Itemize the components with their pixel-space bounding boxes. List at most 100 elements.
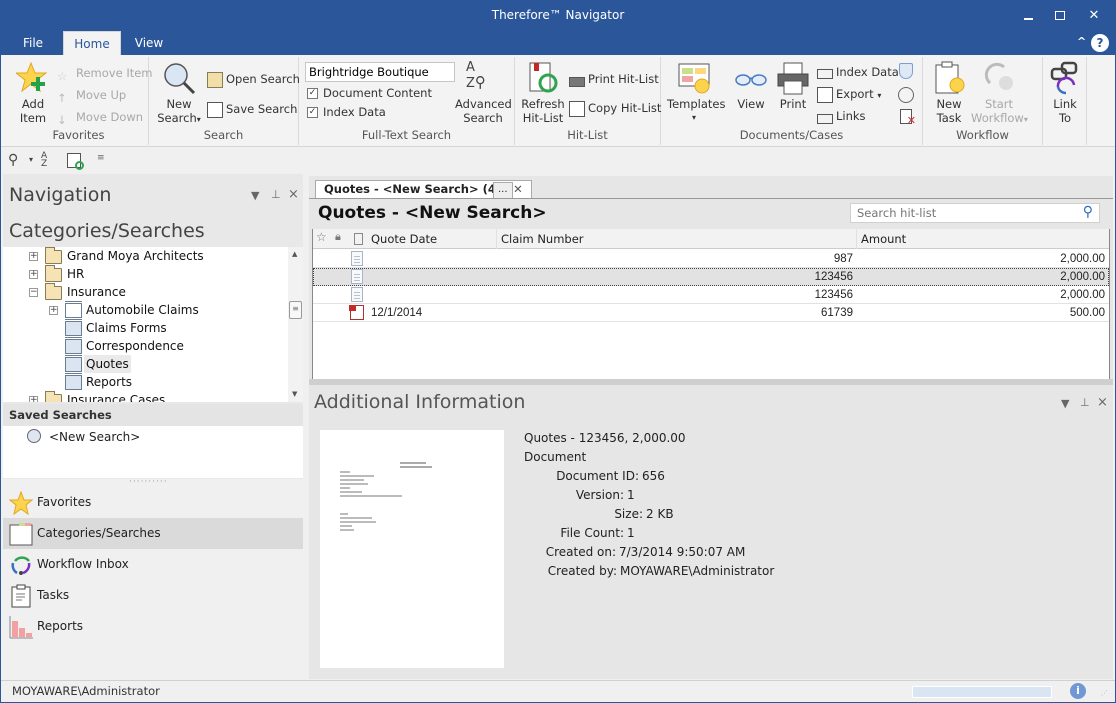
export-icon: [817, 86, 833, 103]
lock-column-icon[interactable]: 🔒︎: [335, 230, 341, 244]
arrow-up-icon: ↑: [57, 90, 67, 105]
pane-splitter[interactable]: ··········: [129, 477, 168, 487]
collapse-icon[interactable]: −: [29, 288, 38, 297]
info-close-button[interactable]: ×: [1097, 395, 1108, 410]
bar-chart-icon: [9, 615, 33, 639]
table-row-selected[interactable]: 123456 2,000.00: [313, 268, 1109, 286]
dropdown-arrow-icon: ▾: [196, 115, 201, 124]
start-workflow-button[interactable]: Start Workflow▾: [971, 61, 1028, 127]
folder-icon: [45, 247, 62, 264]
resize-grip[interactable]: ⋰: [1101, 689, 1108, 697]
expand-icon[interactable]: +: [29, 252, 38, 261]
export-button[interactable]: Export ▾: [817, 84, 881, 104]
doc-type-column-icon[interactable]: [354, 233, 363, 245]
qat-customize-button[interactable]: ≡: [97, 153, 105, 163]
search-group: New Search▾ Open Search Save Search Sear…: [149, 57, 300, 145]
nav-favorites[interactable]: Favorites: [3, 487, 303, 518]
new-task-icon: [932, 61, 966, 95]
info-menu-button[interactable]: ▼: [1061, 397, 1069, 410]
refresh-hitlist-button[interactable]: Refresh Hit-List: [519, 61, 567, 125]
fulltext-search-input[interactable]: [305, 62, 455, 82]
print-button[interactable]: Print: [773, 61, 813, 111]
table-row[interactable]: 12/1/2014 61739 500.00: [313, 304, 1109, 322]
close-icon: ×: [288, 187, 299, 202]
table-header: ☆ 🔒︎ Quote Date Claim Number Amount: [313, 229, 1109, 249]
info-button[interactable]: i: [1070, 683, 1086, 699]
links-button[interactable]: Links: [817, 106, 866, 126]
help-button[interactable]: ?: [1091, 34, 1109, 52]
hitlist-search-box[interactable]: ⚲: [850, 203, 1100, 223]
scroll-down-icon[interactable]: ▼: [292, 390, 297, 398]
index-data-button[interactable]: Index Data: [817, 62, 899, 82]
qat-refresh-button[interactable]: [67, 153, 84, 170]
documents-group-label: Documents/Cases: [739, 128, 844, 142]
tab-close-button[interactable]: ✕: [513, 182, 523, 196]
column-quote-date[interactable]: Quote Date: [367, 229, 497, 249]
open-search-button[interactable]: Open Search: [207, 69, 300, 89]
hitlist-search-input[interactable]: [851, 204, 1071, 222]
expand-icon[interactable]: +: [29, 396, 38, 402]
info-label: Size:: [614, 507, 643, 521]
move-down-button[interactable]: ↓ Move Down: [57, 107, 143, 127]
minimize-button[interactable]: [1013, 5, 1043, 27]
pane-menu-button[interactable]: ▼: [251, 189, 259, 202]
qat-search-button[interactable]: ⚲: [8, 152, 18, 168]
column-amount[interactable]: Amount: [857, 229, 1109, 249]
document-content-checkbox[interactable]: ✓ Document Content: [307, 83, 432, 103]
search-icon[interactable]: ⚲: [1083, 204, 1093, 220]
print-hitlist-button[interactable]: Print Hit-List: [569, 69, 659, 89]
document-thumbnail[interactable]: [320, 430, 504, 668]
close-button[interactable]: ✕: [1079, 5, 1109, 27]
scroll-thumb[interactable]: ≡: [289, 301, 302, 319]
nav-reports[interactable]: Reports: [3, 611, 303, 642]
printer-icon: [776, 61, 810, 95]
info-pin-button[interactable]: ⊥: [1080, 396, 1090, 409]
move-up-button[interactable]: ↑ Move Up: [57, 85, 126, 105]
nav-categories-searches[interactable]: Categories/Searches: [3, 518, 303, 549]
shield-button[interactable]: [899, 63, 913, 79]
remove-item-button[interactable]: ☆ Remove Item: [57, 63, 153, 83]
expand-icon[interactable]: +: [29, 270, 38, 279]
table-row[interactable]: 987 2,000.00: [313, 250, 1109, 268]
advanced-search-button[interactable]: A Z⚲ Advanced Search: [455, 61, 512, 126]
save-search-button[interactable]: Save Search: [207, 99, 297, 119]
copy-hitlist-button[interactable]: Copy Hit-List: [569, 98, 661, 118]
dropdown-arrow-icon: ▾: [1023, 115, 1028, 124]
tab-file[interactable]: File: [11, 31, 55, 55]
maximize-button[interactable]: [1045, 5, 1075, 27]
status-bar: MOYAWARE\Administrator i ⋰: [1, 680, 1115, 702]
table-row[interactable]: 123456 2,000.00: [313, 286, 1109, 304]
tree-scrollbar[interactable]: ▲ ≡ ▼: [288, 247, 303, 402]
index-data-checkbox[interactable]: ✓ Index Data: [307, 102, 386, 122]
link-to-button[interactable]: Link To: [1045, 61, 1085, 125]
add-item-button[interactable]: Add Item: [13, 61, 53, 125]
close-icon: ✕: [1088, 8, 1100, 23]
retention-button[interactable]: [898, 87, 914, 103]
expand-icon[interactable]: +: [49, 306, 58, 315]
pane-close-button[interactable]: ×: [288, 187, 299, 202]
column-claim-number[interactable]: Claim Number: [497, 229, 857, 249]
view-button[interactable]: View: [731, 61, 771, 111]
search-group-label: Search: [203, 128, 244, 142]
qat-search-dropdown[interactable]: ▾: [29, 155, 33, 164]
pane-pin-button[interactable]: ⊥: [271, 188, 281, 201]
scroll-up-icon[interactable]: ▲: [292, 250, 297, 258]
tab-view[interactable]: View: [127, 31, 171, 55]
tab-home[interactable]: Home: [63, 31, 121, 55]
dropdown-arrow-icon: ▼: [251, 189, 260, 202]
delete-document-button[interactable]: ✕: [900, 109, 916, 127]
templates-icon: [677, 61, 711, 95]
refresh-list-icon: [526, 61, 560, 95]
new-search-button[interactable]: New Search▾: [155, 61, 203, 127]
index-card-icon: [817, 68, 833, 79]
templates-button[interactable]: Templates ▾: [667, 61, 725, 125]
collapse-ribbon-button[interactable]: ^: [1077, 35, 1086, 48]
refresh-list-icon: [75, 161, 84, 170]
favorite-column-icon[interactable]: ☆: [316, 230, 327, 244]
qat-advanced-search-button[interactable]: AZ: [41, 152, 47, 169]
tab-overflow-button[interactable]: ...: [493, 182, 513, 198]
saved-search-icon: [27, 429, 41, 443]
new-task-button[interactable]: New Task: [927, 61, 971, 125]
nav-workflow-inbox[interactable]: Workflow Inbox: [3, 549, 303, 580]
nav-tasks[interactable]: Tasks: [3, 580, 303, 611]
